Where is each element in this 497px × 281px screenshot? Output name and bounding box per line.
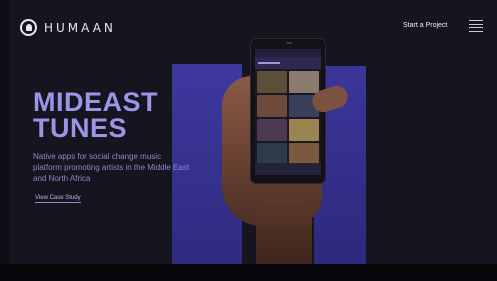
phone-thumbnail xyxy=(289,119,319,141)
phone-mockup xyxy=(250,38,326,184)
headline-line-2: TUNES xyxy=(33,113,128,143)
menu-line xyxy=(469,20,483,21)
view-case-study-link[interactable]: View Case Study xyxy=(35,195,81,203)
phone-status-bar xyxy=(255,49,321,57)
menu-line xyxy=(469,30,483,32)
phone-player-bar xyxy=(255,163,321,175)
phone-thumbnail xyxy=(289,143,319,165)
page: HUMAAN Start a Project MIDEAST TUNES Nat… xyxy=(0,0,497,281)
phone-thumbnail xyxy=(257,71,287,93)
brand-logo[interactable]: HUMAAN xyxy=(20,19,116,36)
hero-description: Native apps for social change music plat… xyxy=(33,152,190,183)
logo-icon xyxy=(20,19,37,36)
menu-line xyxy=(469,23,483,25)
phone-thumbnail xyxy=(257,119,287,141)
phone-thumbnail xyxy=(289,71,319,93)
phone-camera xyxy=(286,42,292,44)
hero-section: HUMAAN Start a Project MIDEAST TUNES Nat… xyxy=(10,0,497,264)
hero-headline: MIDEAST TUNES xyxy=(33,87,158,143)
menu-line xyxy=(469,27,483,29)
wrist-image xyxy=(256,200,312,264)
headline-line-1: MIDEAST xyxy=(33,87,158,117)
brand-name: HUMAAN xyxy=(44,20,116,35)
start-project-link[interactable]: Start a Project xyxy=(403,22,447,29)
phone-screen xyxy=(255,49,321,175)
hamburger-menu-icon[interactable] xyxy=(469,20,483,32)
phone-thumbnail xyxy=(257,95,287,117)
phone-thumbnail-grid xyxy=(255,69,321,167)
phone-app-bar xyxy=(255,57,321,69)
bottom-strip xyxy=(0,264,497,281)
phone-thumbnail xyxy=(257,143,287,165)
